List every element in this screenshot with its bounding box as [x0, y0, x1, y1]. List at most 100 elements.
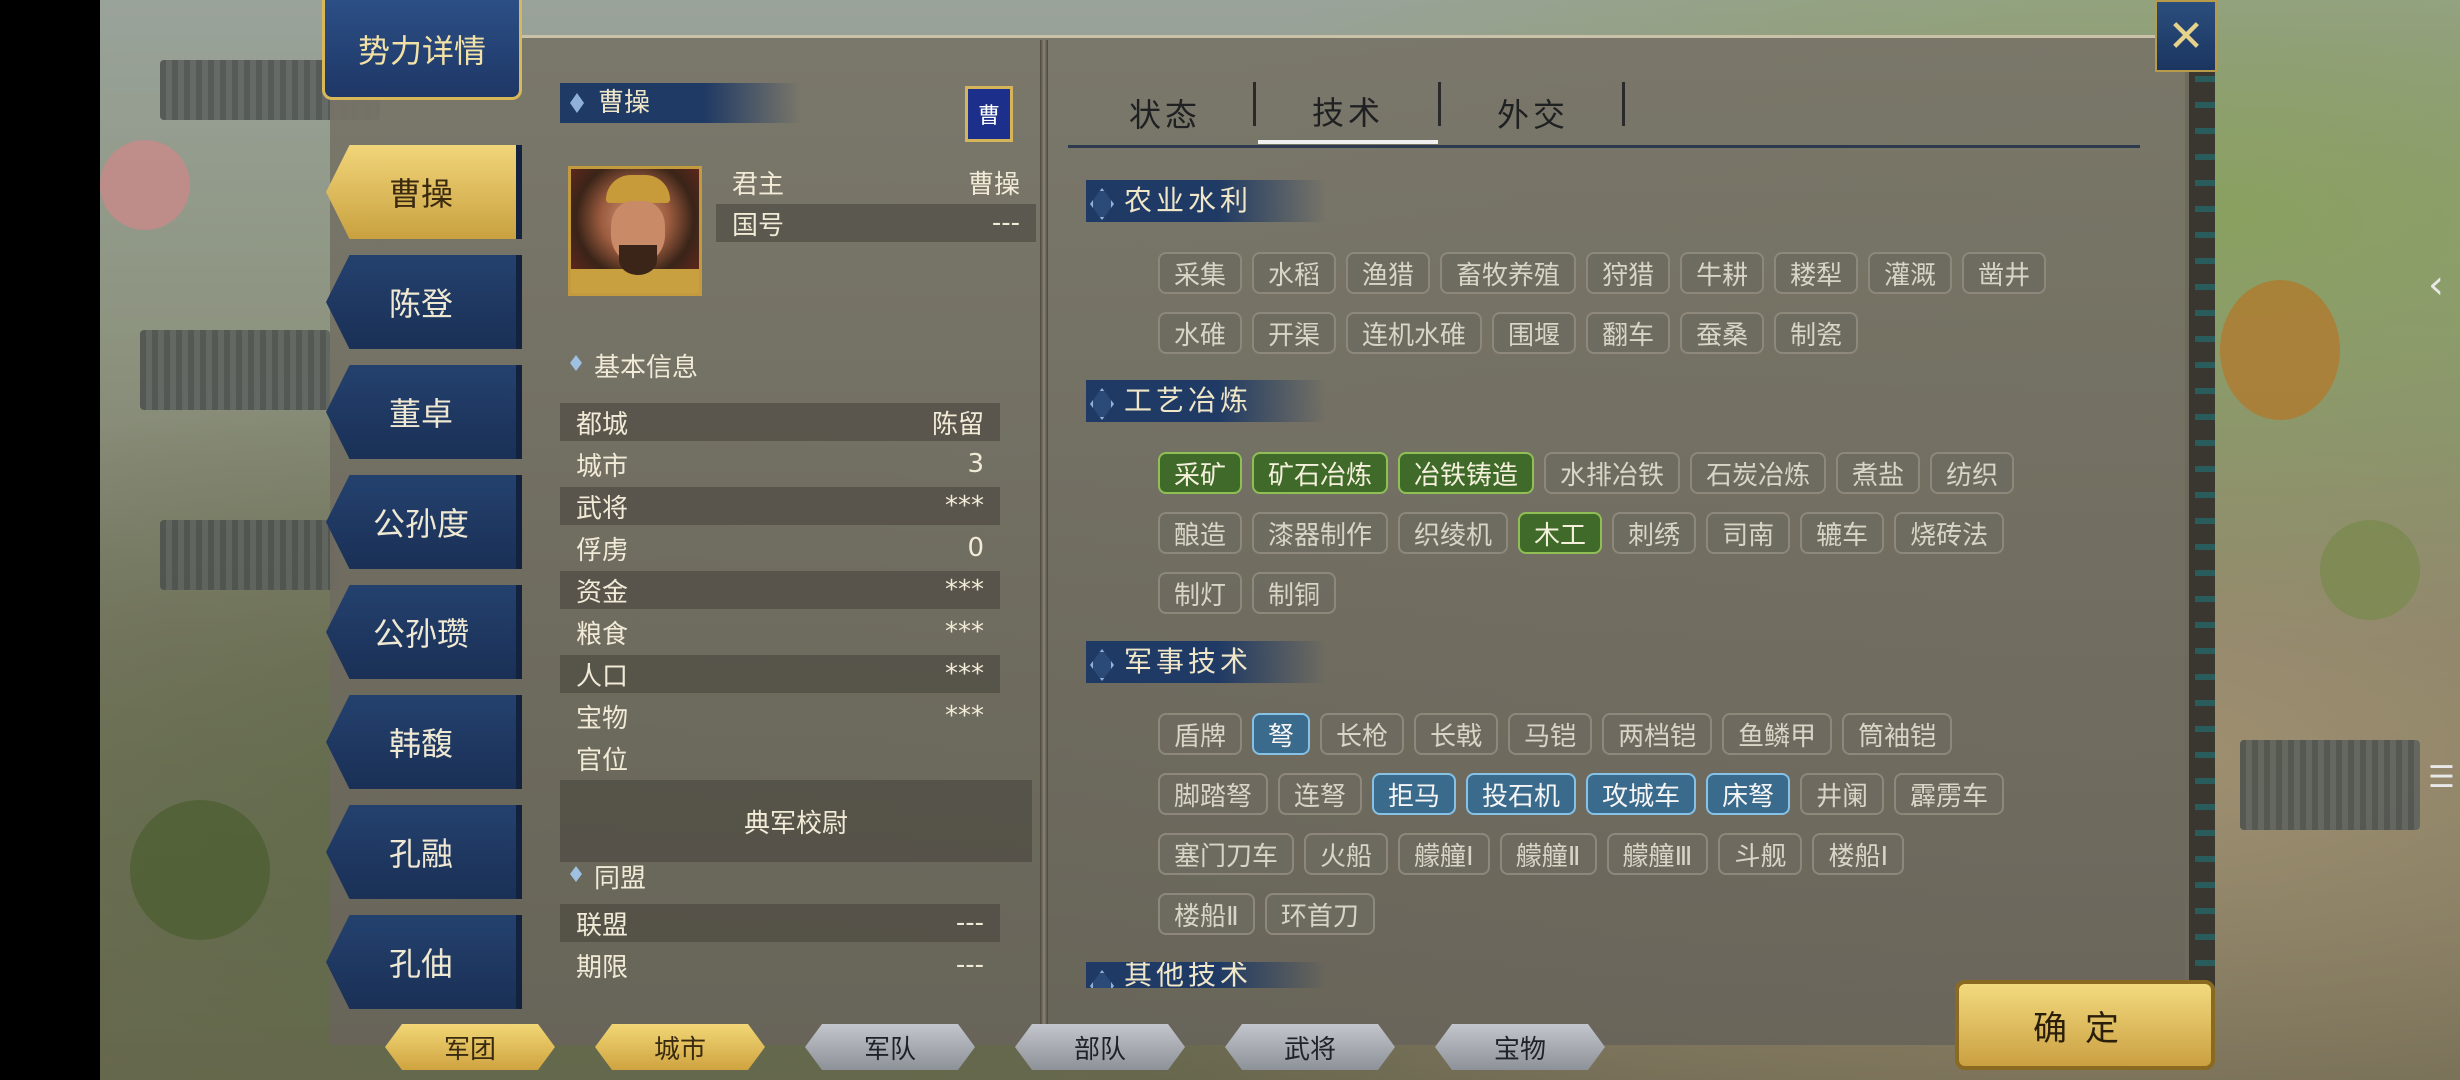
tab-status[interactable]: 状态 — [1075, 82, 1255, 144]
tech-chip[interactable]: 投石机 — [1466, 773, 1577, 815]
tech-chip[interactable]: 牛耕 — [1680, 252, 1765, 294]
faction-tab-0[interactable]: 曹操 — [326, 145, 522, 239]
tech-chip[interactable]: 制灯 — [1158, 572, 1243, 614]
tech-chip[interactable]: 艨艟Ⅰ — [1398, 833, 1490, 875]
tech-chip[interactable]: 翻车 — [1586, 312, 1671, 354]
tech-chip[interactable]: 长枪 — [1320, 713, 1405, 755]
tech-chip[interactable]: 围堰 — [1492, 312, 1577, 354]
side-chevron-left-icon[interactable]: ‹ — [2428, 262, 2444, 308]
tech-chip[interactable]: 畜牧养殖 — [1440, 252, 1577, 294]
tech-chip[interactable]: 凿井 — [1962, 252, 2047, 294]
info-row-population: 人口 *** — [560, 655, 1000, 693]
tech-chip[interactable]: 煮盐 — [1836, 452, 1921, 494]
tech-chip[interactable]: 马铠 — [1508, 713, 1593, 755]
term-row: 期限 --- — [560, 946, 1000, 984]
tech-chip[interactable]: 筒袖铠 — [1842, 713, 1953, 755]
tech-chip[interactable]: 烧砖法 — [1894, 512, 2005, 554]
nav-unit-button[interactable]: 部队 — [1015, 1024, 1185, 1070]
nav-city-button[interactable]: 城市 — [595, 1024, 765, 1070]
nation-value: --- — [991, 208, 1020, 238]
faction-tab-6[interactable]: 孔融 — [326, 805, 522, 899]
tech-chip[interactable]: 连机水碓 — [1346, 312, 1483, 354]
term-key: 期限 — [576, 952, 629, 983]
faction-tab-5[interactable]: 韩馥 — [326, 695, 522, 789]
tech-row: 水碓 开渠 连机水碓 围堰 翻车 蚕桑 制瓷 — [1158, 312, 1859, 354]
tech-chip[interactable]: 酿造 — [1158, 512, 1243, 554]
tech-chip[interactable]: 采集 — [1158, 252, 1243, 294]
tech-chip[interactable]: 刺绣 — [1612, 512, 1697, 554]
tech-chip[interactable]: 开渠 — [1252, 312, 1337, 354]
tech-chip[interactable]: 蚕桑 — [1680, 312, 1765, 354]
tech-chip[interactable]: 环首刀 — [1264, 893, 1375, 935]
tech-chip[interactable]: 石炭冶炼 — [1690, 452, 1827, 494]
tech-chip[interactable]: 矿石冶炼 — [1252, 452, 1389, 494]
tech-chip[interactable]: 辘车 — [1800, 512, 1885, 554]
tech-chip[interactable]: 连弩 — [1278, 773, 1363, 815]
nation-row: 国号 --- — [716, 204, 1036, 242]
faction-tab-4[interactable]: 公孙瓒 — [326, 585, 522, 679]
faction-tab-2[interactable]: 董卓 — [326, 365, 522, 459]
nav-army-button[interactable]: 军队 — [805, 1024, 975, 1070]
nation-label: 国号 — [732, 210, 785, 241]
tech-chip[interactable]: 鱼鳞甲 — [1722, 713, 1833, 755]
term-value: --- — [955, 950, 984, 980]
tech-chip[interactable]: 纺织 — [1930, 452, 2015, 494]
tab-separator — [1438, 82, 1441, 126]
tech-chip[interactable]: 火船 — [1304, 833, 1389, 875]
tech-chip[interactable]: 木工 — [1518, 512, 1603, 554]
tech-chip[interactable]: 霹雳车 — [1894, 773, 2005, 815]
tech-chip[interactable]: 耧犁 — [1774, 252, 1859, 294]
tech-chip[interactable]: 井阑 — [1800, 773, 1885, 815]
tab-separator — [1253, 82, 1256, 126]
close-button[interactable]: ✕ — [2155, 0, 2217, 72]
tech-chip[interactable]: 水碓 — [1158, 312, 1243, 354]
tech-chip[interactable]: 艨艟Ⅱ — [1499, 833, 1597, 875]
tech-chip[interactable]: 攻城车 — [1586, 773, 1697, 815]
tech-row: 塞门刀车 火船 艨艟Ⅰ 艨艟Ⅱ 艨艟Ⅲ 斗舰 楼船Ⅰ — [1158, 833, 1905, 875]
tech-chip[interactable]: 司南 — [1706, 512, 1791, 554]
tech-chip[interactable]: 脚踏弩 — [1158, 773, 1269, 815]
tech-chip[interactable]: 楼船Ⅰ — [1812, 833, 1905, 875]
faction-tab-3[interactable]: 公孙度 — [326, 475, 522, 569]
tech-chip[interactable]: 水排冶铁 — [1544, 452, 1681, 494]
tech-chip[interactable]: 漆器制作 — [1252, 512, 1389, 554]
info-key: 人口 — [576, 661, 629, 692]
tech-chip[interactable]: 两档铠 — [1602, 713, 1713, 755]
dialog-binding-edge — [2185, 40, 2215, 1040]
confirm-button[interactable]: 确定 — [1955, 980, 2215, 1070]
panel-divider — [1040, 40, 1048, 1030]
tech-chip[interactable]: 盾牌 — [1158, 713, 1243, 755]
tab-diplomacy[interactable]: 外交 — [1443, 82, 1623, 144]
tech-chip[interactable]: 塞门刀车 — [1158, 833, 1295, 875]
tech-chip[interactable]: 水稻 — [1252, 252, 1337, 294]
tech-chip[interactable]: 艨艟Ⅲ — [1606, 833, 1709, 875]
tech-chip[interactable]: 楼船Ⅱ — [1158, 893, 1255, 935]
tech-chip[interactable]: 制铜 — [1252, 572, 1337, 614]
info-key: 俘虏 — [576, 535, 629, 566]
tab-technology[interactable]: 技术 — [1258, 82, 1438, 144]
faction-tab-1[interactable]: 陈登 — [326, 255, 522, 349]
tech-chip[interactable]: 织绫机 — [1398, 512, 1509, 554]
faction-tab-7[interactable]: 孔伷 — [326, 915, 522, 1009]
tech-chip[interactable]: 灌溉 — [1868, 252, 1953, 294]
info-row-generals: 武将 *** — [560, 487, 1000, 525]
side-menu-icon[interactable]: ☰ — [2428, 760, 2455, 795]
tech-chip[interactable]: 弩 — [1252, 713, 1311, 755]
nav-generals-button[interactable]: 武将 — [1225, 1024, 1395, 1070]
info-row-capital: 都城 陈留 — [560, 403, 1000, 441]
tech-chip[interactable]: 渔猎 — [1346, 252, 1431, 294]
tech-chip[interactable]: 冶铁铸造 — [1398, 452, 1535, 494]
tech-row: 盾牌弩长枪 长戟 马铠 两档铠 鱼鳞甲 筒袖铠 — [1158, 713, 1953, 755]
nav-corps-button[interactable]: 军团 — [385, 1024, 555, 1070]
tech-chip[interactable]: 制瓷 — [1774, 312, 1859, 354]
alliance-title: 同盟 — [566, 858, 646, 895]
tech-chip[interactable]: 斗舰 — [1718, 833, 1803, 875]
tech-chip[interactable]: 采矿 — [1158, 452, 1243, 494]
tech-chip[interactable]: 狩猎 — [1586, 252, 1671, 294]
tech-chip[interactable]: 床弩 — [1706, 773, 1791, 815]
tech-chip[interactable]: 拒马 — [1372, 773, 1457, 815]
nav-treasure-button[interactable]: 宝物 — [1435, 1024, 1605, 1070]
info-row-treasures: 宝物 *** — [560, 697, 1000, 735]
tech-chip[interactable]: 长戟 — [1414, 713, 1499, 755]
tech-row: 楼船Ⅱ 环首刀 — [1158, 893, 1375, 935]
